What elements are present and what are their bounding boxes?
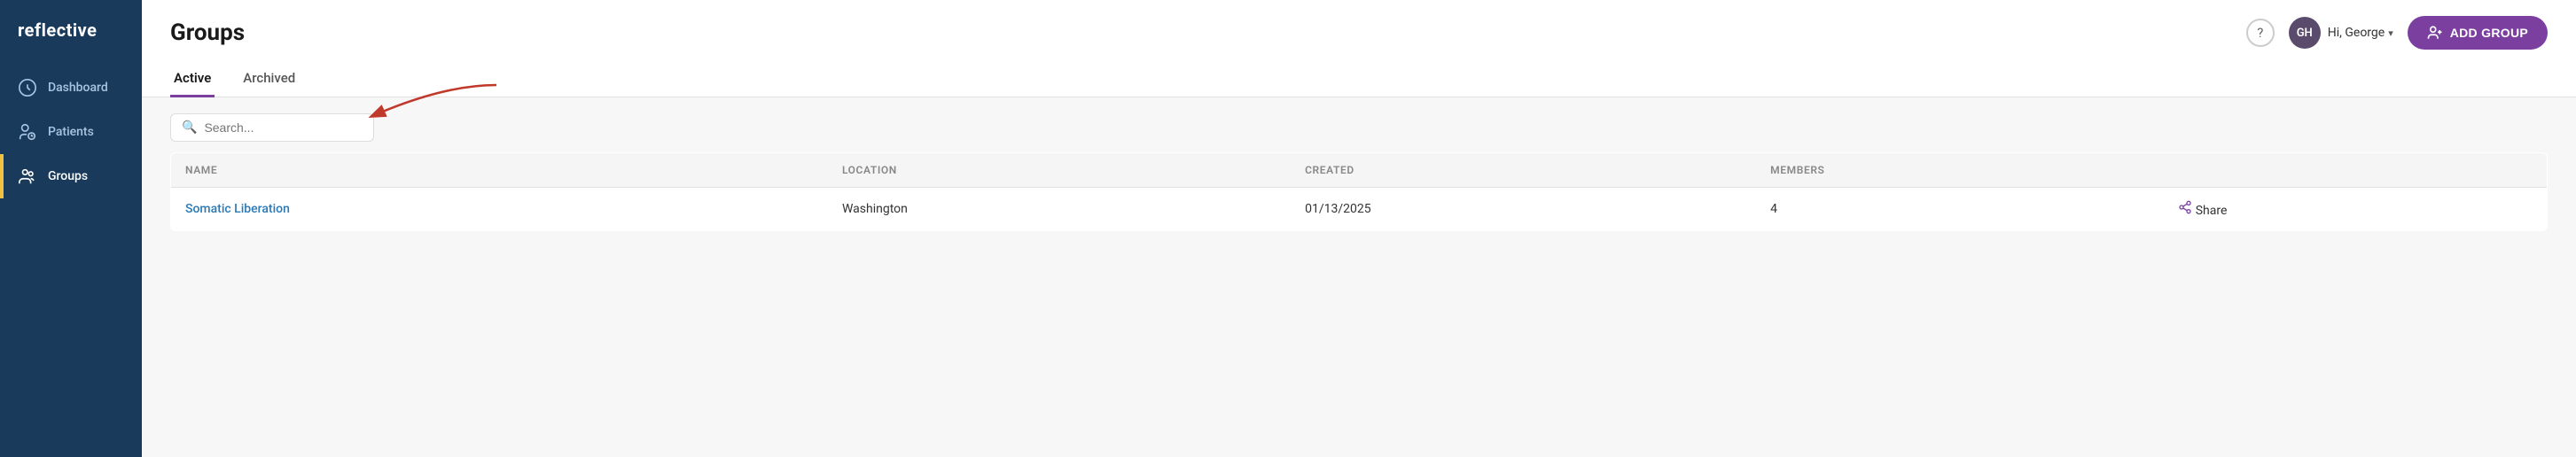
col-members: MEMBERS (1756, 153, 2164, 188)
col-name: NAME (171, 153, 828, 188)
col-created: CREATED (1291, 153, 1756, 188)
user-menu[interactable]: GH Hi, George ▾ (2289, 17, 2393, 49)
sidebar-logo: reflective (0, 0, 142, 66)
search-section: 🔍 (142, 97, 2576, 152)
group-location: Washington (828, 188, 1291, 231)
user-avatar: GH (2289, 17, 2321, 49)
search-input[interactable] (204, 120, 363, 135)
dashboard-icon (18, 78, 37, 97)
sidebar: reflective Dashboard Patients (0, 0, 142, 457)
header-right: ? GH Hi, George ▾ ADD GROUP (2246, 16, 2548, 50)
tab-archived[interactable]: Archived (239, 61, 299, 97)
sidebar-nav: Dashboard Patients (0, 66, 142, 198)
table-row: Somatic Liberation Washington 01/13/2025… (171, 188, 2548, 231)
main-content: Groups ? GH Hi, George ▾ (142, 0, 2576, 457)
groups-table: NAME LOCATION CREATED MEMBERS Somatic Li… (170, 152, 2548, 231)
tabs-row: Active Archived (142, 60, 2576, 97)
patients-icon (18, 122, 37, 142)
logo-text: reflective (18, 19, 97, 41)
group-members: 4 (1756, 188, 2164, 231)
sidebar-item-patients-label: Patients (48, 125, 94, 139)
help-icon[interactable]: ? (2246, 19, 2275, 47)
search-input-wrap: 🔍 (170, 113, 374, 142)
header: Groups ? GH Hi, George ▾ (142, 0, 2576, 50)
group-share-cell: Share (2164, 188, 2547, 231)
sidebar-item-dashboard[interactable]: Dashboard (0, 66, 142, 110)
col-location: LOCATION (828, 153, 1291, 188)
user-greeting-text[interactable]: Hi, George ▾ (2328, 26, 2393, 40)
table-header-row: NAME LOCATION CREATED MEMBERS (171, 153, 2548, 188)
add-group-icon (2427, 25, 2443, 41)
table-section: NAME LOCATION CREATED MEMBERS Somatic Li… (142, 152, 2576, 457)
tab-active[interactable]: Active (170, 61, 215, 97)
share-icon (2178, 200, 2192, 214)
share-button[interactable]: Share (2178, 200, 2533, 218)
col-actions (2164, 153, 2547, 188)
group-name[interactable]: Somatic Liberation (171, 188, 828, 231)
sidebar-item-dashboard-label: Dashboard (48, 81, 108, 95)
sidebar-item-patients[interactable]: Patients (0, 110, 142, 154)
group-created: 01/13/2025 (1291, 188, 1756, 231)
sidebar-item-groups-label: Groups (48, 169, 88, 183)
add-group-button[interactable]: ADD GROUP (2408, 16, 2548, 50)
chevron-down-icon: ▾ (2388, 27, 2393, 39)
sidebar-item-groups[interactable]: Groups (0, 154, 142, 198)
search-icon: 🔍 (182, 120, 197, 135)
page-title: Groups (170, 19, 245, 46)
groups-icon (18, 167, 37, 186)
